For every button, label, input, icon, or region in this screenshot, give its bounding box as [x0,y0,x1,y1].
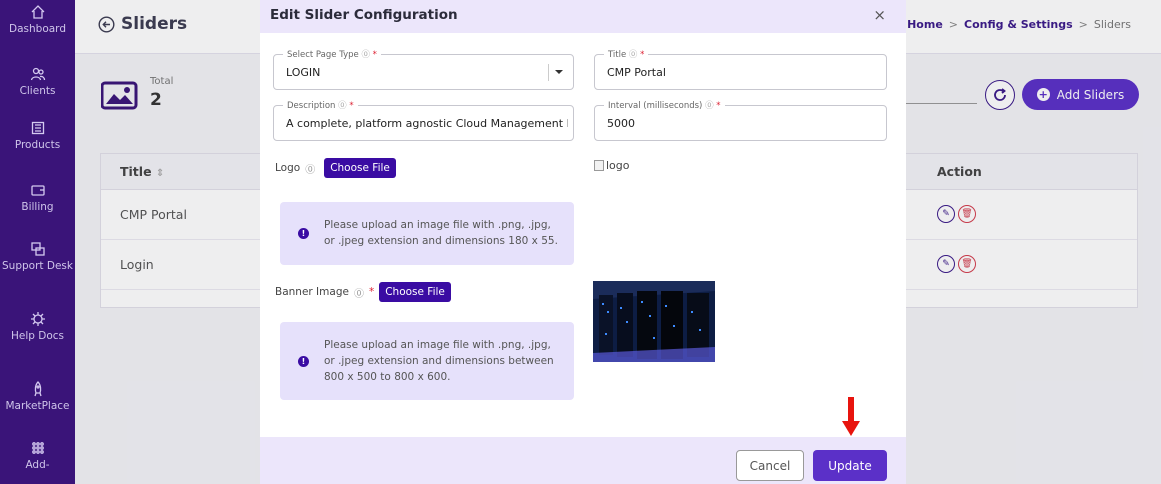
update-button[interactable]: Update [813,450,887,481]
banner-info-text: Please upload an image file with .png, .… [324,339,554,383]
banner-preview-image [593,281,715,362]
home-icon [31,5,44,19]
sidebar-item-clients[interactable]: Clients [0,66,75,98]
sidebar-item-label: Help Docs [10,330,65,342]
description-field[interactable]: Description ⓪ * A complete, platform agn… [273,99,574,141]
sidebar-item-label: MarketPlace [5,400,70,412]
help-icon: ⓪ [361,50,370,60]
info-icon: ! [298,228,309,239]
sidebar-item-dashboard[interactable]: Dashboard [0,4,75,36]
interval-label: Interval (milliseconds) ⓪ * [604,99,725,111]
interval-field[interactable]: Interval (milliseconds) ⓪ * 5000 [594,99,887,141]
info-icon: ! [298,356,309,367]
apps-icon [31,442,44,454]
sidebar-item-help-docs[interactable]: Help Docs [0,311,75,343]
sidebar-item-label: Clients [19,85,56,97]
page-type-label: Select Page Type ⓪ * [283,48,381,60]
help-icon: ⓪ [628,50,638,60]
logo-alt-text: logo [606,159,630,172]
sidebar-item-products[interactable]: Products [0,120,75,152]
page-type-value: LOGIN [286,66,321,79]
logo-preview: logo [594,159,630,172]
logo-choose-file-button[interactable]: Choose File [324,158,396,178]
help-icon [30,312,45,326]
banner-choose-file-button[interactable]: Choose File [379,282,451,302]
chevron-down-icon[interactable] [555,70,563,74]
modal-header: Edit Slider Configuration × [260,0,906,33]
sidebar-item-billing[interactable]: Billing [0,182,75,214]
logo-label: Logo [275,162,301,174]
logo-upload: Logo ⓪ Choose File [275,158,396,178]
help-icon: ⓪ [353,288,364,300]
interval-value: 5000 [607,117,635,130]
sidebar-item-label: Products [14,139,61,151]
help-icon: ⓪ [305,164,316,176]
sidebar-item-add-ons[interactable]: Add- [0,440,75,472]
help-icon: ⓪ [705,101,714,111]
wallet-icon [30,185,45,196]
modal-footer: Cancel Update [260,437,906,484]
users-icon [30,67,45,81]
dropdown-divider [548,64,549,81]
sidebar: Dashboard Clients Products Billing Suppo… [0,0,75,484]
rocket-icon [33,381,42,397]
page-type-select[interactable]: Select Page Type ⓪ * LOGIN [273,48,574,90]
logo-info-text: Please upload an image file with .png, .… [324,219,558,247]
banner-label: Banner Image [275,286,349,298]
modal-title: Edit Slider Configuration [270,7,458,23]
sidebar-item-label: Billing [21,201,54,213]
title-value: CMP Portal [607,66,666,79]
description-label: Description ⓪ * [283,99,358,111]
grid-icon [31,121,44,135]
title-label: Title ⓪ * [604,48,649,60]
support-icon [30,242,45,256]
red-arrow-annotation-icon [842,397,860,436]
broken-image-icon [594,160,604,171]
sidebar-item-label: Support Desk [2,260,73,272]
sidebar-item-label: Dashboard [9,23,66,35]
close-icon[interactable]: × [873,6,886,24]
title-field[interactable]: Title ⓪ * CMP Portal [594,48,887,90]
sidebar-item-support-desk[interactable]: Support Desk [0,241,75,273]
sidebar-item-label: Add- [25,459,50,471]
banner-info-box: ! Please upload an image file with .png,… [280,322,574,400]
banner-upload: Banner Image ⓪ * Choose File [275,282,451,302]
edit-slider-modal: Edit Slider Configuration × Select Page … [260,0,906,484]
help-icon: ⓪ [338,101,347,111]
sidebar-item-marketplace[interactable]: MarketPlace [0,381,75,413]
description-value: A complete, platform agnostic Cloud Mana… [286,117,568,130]
logo-info-box: ! Please upload an image file with .png,… [280,202,574,265]
cancel-button[interactable]: Cancel [736,450,804,481]
